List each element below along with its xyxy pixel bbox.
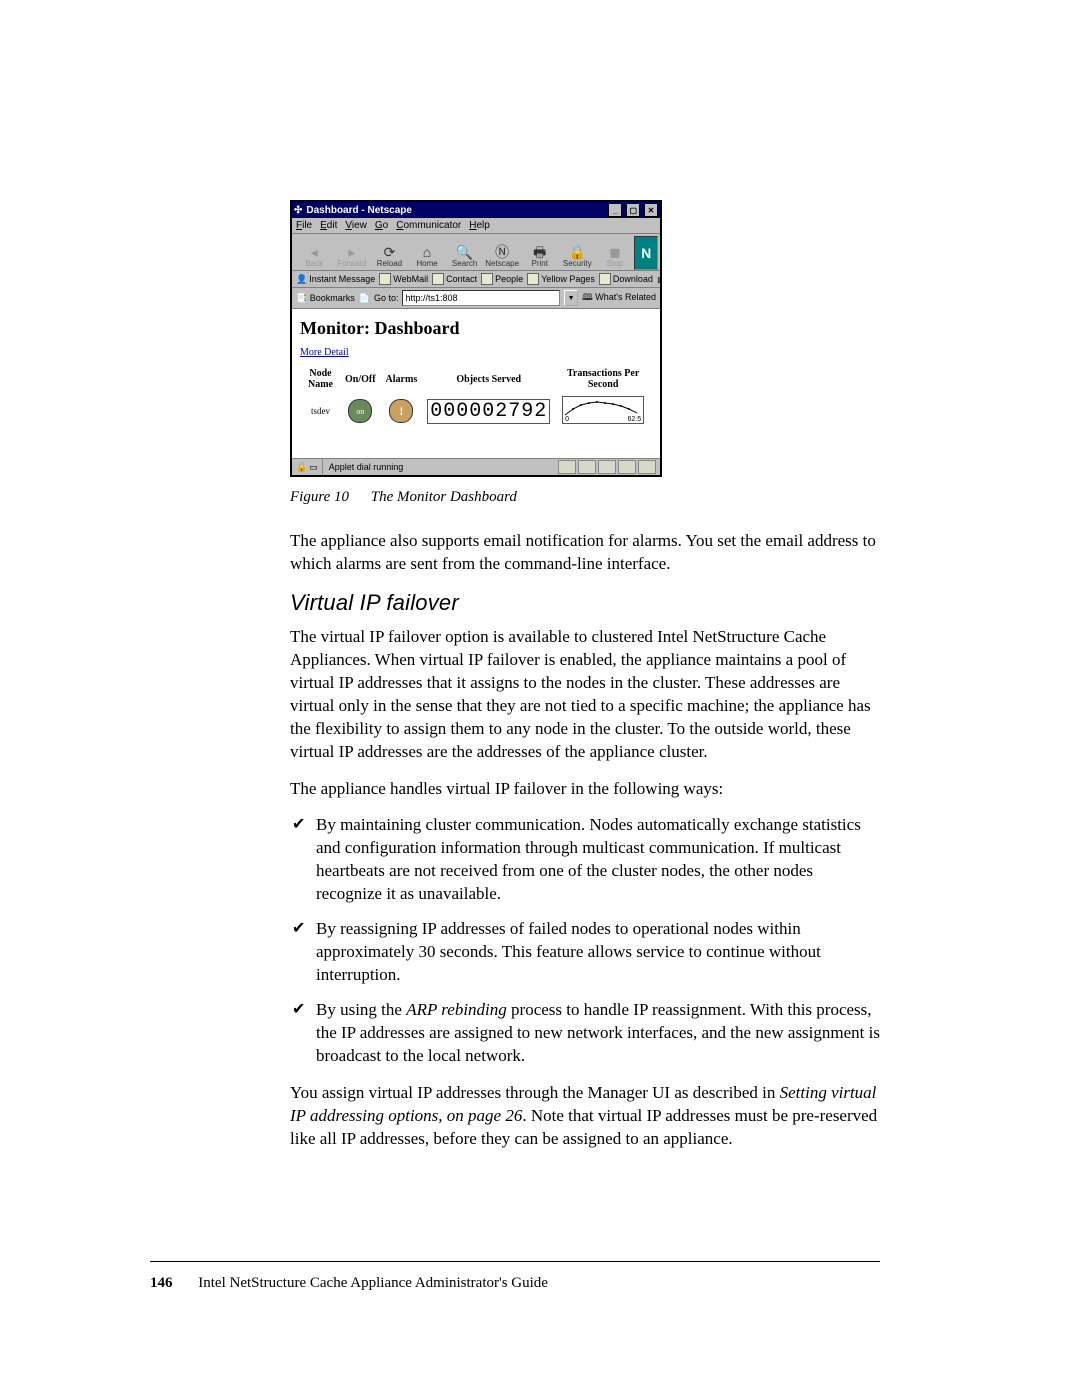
tv-icon: 📺 bbox=[657, 274, 660, 285]
link-channels[interactable]: 📺Ch bbox=[657, 274, 660, 285]
maximize-button[interactable]: ▢ bbox=[626, 203, 640, 217]
link-download[interactable]: Download bbox=[599, 273, 653, 285]
col-onoff: On/Off bbox=[341, 366, 380, 392]
footer-rule bbox=[150, 1261, 880, 1262]
page-icon bbox=[379, 273, 391, 285]
paragraph: You assign virtual IP addresses through … bbox=[290, 1082, 880, 1151]
link-webmail[interactable]: WebMail bbox=[379, 273, 428, 285]
more-detail-link[interactable]: More Detail bbox=[300, 347, 349, 358]
address-bar: 📑 Bookmarks 📄 Go to: ▼ 🕮 What's Related bbox=[292, 288, 660, 309]
reload-button[interactable]: ⟳Reload bbox=[371, 236, 408, 268]
search-button[interactable]: 🔍Search bbox=[446, 236, 483, 268]
menu-edit[interactable]: Edit bbox=[320, 220, 337, 231]
minimize-button[interactable]: _ bbox=[608, 203, 622, 217]
page-icon bbox=[527, 273, 539, 285]
component-icon[interactable] bbox=[638, 460, 656, 474]
netscape-icon: Ⓝ bbox=[495, 245, 509, 259]
alarm-indicator-icon[interactable]: ! bbox=[389, 399, 413, 423]
window-titlebar: ✣ Dashboard - Netscape _ ▢ ✕ bbox=[292, 202, 660, 218]
book-title: Intel NetStructure Cache Appliance Admin… bbox=[198, 1275, 548, 1291]
forward-button[interactable]: ▸Forward bbox=[334, 236, 371, 268]
location-icon: 📄 bbox=[359, 293, 370, 304]
home-icon: ⌂ bbox=[423, 245, 431, 259]
stop-icon: ◼ bbox=[609, 245, 621, 259]
paragraph: The appliance handles virtual IP failove… bbox=[290, 778, 880, 801]
list-item: By using the ARP rebinding process to ha… bbox=[290, 999, 880, 1068]
list-item: By maintaining cluster communication. No… bbox=[290, 814, 880, 906]
link-contact[interactable]: Contact bbox=[432, 273, 477, 285]
url-history-dropdown[interactable]: ▼ bbox=[564, 290, 578, 306]
bookmarks-button[interactable]: 📑 Bookmarks bbox=[296, 293, 355, 304]
page-footer: 146 Intel NetStructure Cache Appliance A… bbox=[150, 1275, 548, 1292]
url-input[interactable] bbox=[402, 290, 560, 306]
close-button[interactable]: ✕ bbox=[644, 203, 658, 217]
cell-node-name: tsdev bbox=[302, 394, 339, 428]
objects-served-counter: 000002792 bbox=[427, 399, 550, 424]
menu-help[interactable]: Help bbox=[469, 220, 490, 231]
component-icon[interactable] bbox=[618, 460, 636, 474]
figure-number: Figure 10 bbox=[290, 489, 349, 505]
page-icon bbox=[599, 273, 611, 285]
window-title: Dashboard - Netscape bbox=[306, 205, 412, 216]
link-people[interactable]: People bbox=[481, 273, 523, 285]
status-bar: 🔓▭ Applet dial running bbox=[292, 458, 660, 475]
page-icon bbox=[481, 273, 493, 285]
home-button[interactable]: ⌂Home bbox=[409, 236, 446, 268]
paragraph: The virtual IP failover option is availa… bbox=[290, 626, 880, 764]
menu-view[interactable]: View bbox=[345, 220, 367, 231]
bullet-list: By maintaining cluster communication. No… bbox=[290, 814, 880, 1067]
component-icon[interactable] bbox=[558, 460, 576, 474]
onoff-toggle[interactable]: on bbox=[348, 399, 372, 423]
menu-file[interactable]: File bbox=[296, 220, 312, 231]
nav-toolbar: ◂Back ▸Forward ⟳Reload ⌂Home 🔍Search ⓃNe… bbox=[292, 234, 660, 271]
lock-open-icon: 🔓 bbox=[296, 462, 307, 473]
link-instant-message[interactable]: 👤Instant Message bbox=[296, 274, 375, 285]
menu-go[interactable]: Go bbox=[375, 220, 388, 231]
back-button[interactable]: ◂Back bbox=[296, 236, 333, 268]
goto-label: Go to: bbox=[374, 293, 399, 303]
forward-arrow-icon: ▸ bbox=[348, 245, 355, 259]
component-icon[interactable] bbox=[578, 460, 596, 474]
tps-max: 62.5 bbox=[628, 416, 642, 423]
figure-caption: Figure 10 The Monitor Dashboard bbox=[290, 489, 880, 506]
personal-toolbar: 👤Instant Message WebMail Contact People … bbox=[292, 271, 660, 288]
menu-communicator[interactable]: Communicator bbox=[396, 220, 461, 231]
app-icon: ✣ bbox=[294, 205, 302, 216]
list-item: By reassigning IP addresses of failed no… bbox=[290, 918, 880, 987]
browser-window: ✣ Dashboard - Netscape _ ▢ ✕ File Edit V… bbox=[290, 200, 662, 477]
link-yellow-pages[interactable]: Yellow Pages bbox=[527, 273, 595, 285]
person-icon: 👤 bbox=[296, 274, 307, 285]
reload-icon: ⟳ bbox=[384, 245, 396, 259]
table-row: tsdev on ! 000002792 0 62.5 bbox=[302, 394, 650, 428]
status-message: Applet dial running bbox=[323, 462, 554, 472]
col-tps: Transactions Per Second bbox=[556, 366, 650, 392]
netscape-button[interactable]: ⓃNetscape bbox=[484, 236, 521, 268]
progress-icon: ▭ bbox=[309, 462, 318, 473]
back-arrow-icon: ◂ bbox=[311, 245, 318, 259]
page-content: Monitor: Dashboard More Detail Node Name… bbox=[292, 309, 660, 458]
print-button[interactable]: 🖶Print bbox=[521, 236, 558, 268]
menu-bar: File Edit View Go Communicator Help bbox=[292, 218, 660, 234]
component-icon[interactable] bbox=[598, 460, 616, 474]
print-icon: 🖶 bbox=[533, 245, 546, 259]
security-button[interactable]: 🔒Security bbox=[559, 236, 596, 268]
tps-sparkline: 0 62.5 bbox=[562, 396, 644, 424]
lock-icon: 🔒 bbox=[569, 245, 586, 259]
search-icon: 🔍 bbox=[456, 245, 473, 259]
tps-min: 0 bbox=[565, 416, 569, 423]
page-icon bbox=[432, 273, 444, 285]
col-node-name: Node Name bbox=[302, 366, 339, 392]
col-objects-served: Objects Served bbox=[423, 366, 554, 392]
dashboard-table: Node Name On/Off Alarms Objects Served T… bbox=[300, 364, 652, 430]
figure-title: The Monitor Dashboard bbox=[371, 489, 517, 505]
paragraph: The appliance also supports email notifi… bbox=[290, 530, 880, 576]
page-heading: Monitor: Dashboard bbox=[300, 318, 652, 339]
whats-related-button[interactable]: 🕮 What's Related bbox=[582, 290, 656, 306]
stop-button[interactable]: ◼Stop bbox=[597, 236, 634, 268]
page-number: 146 bbox=[150, 1275, 173, 1291]
col-alarms: Alarms bbox=[382, 366, 422, 392]
section-heading: Virtual IP failover bbox=[290, 590, 880, 616]
throbber-icon: N bbox=[634, 236, 658, 270]
